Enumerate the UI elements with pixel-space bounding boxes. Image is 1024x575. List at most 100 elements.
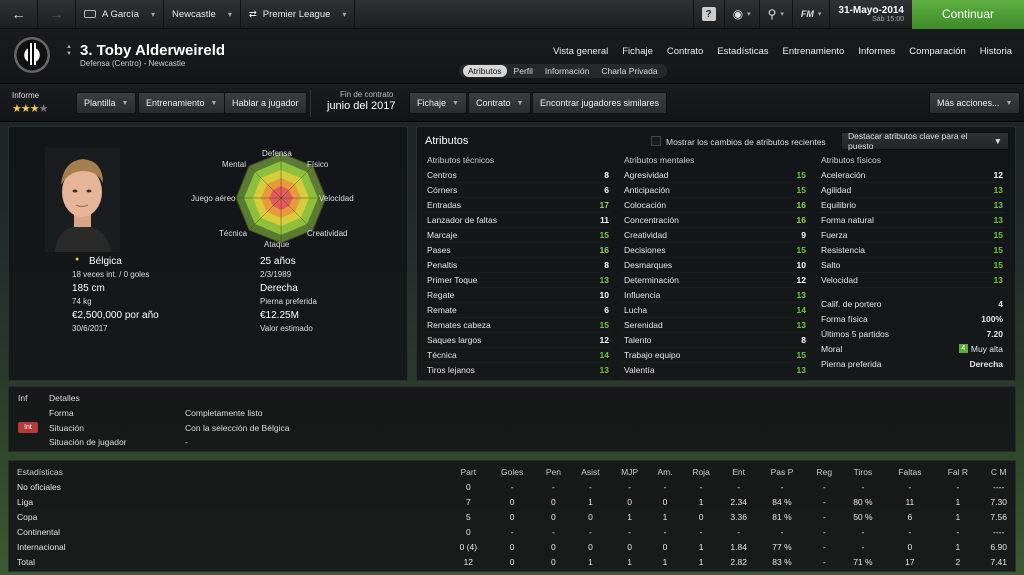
tab-contrato[interactable]: Contrato: [667, 46, 703, 57]
game-date[interactable]: 31-Mayo-2014 Sáb 15:00: [829, 0, 912, 29]
help-button[interactable]: ?: [692, 0, 724, 29]
tab-informes[interactable]: Informes: [858, 46, 895, 57]
nation[interactable]: Bélgica: [89, 256, 122, 267]
stats-column-header[interactable]: Reg: [807, 464, 841, 479]
entrenamiento-button[interactable]: Entrenamiento ▼: [138, 92, 226, 114]
star-rating[interactable]: ★★★★: [12, 102, 48, 115]
stats-row[interactable]: Liga 7 0 0 1 0 0 1 2.34 84 % -80 % 11 1 7.30: [9, 494, 1017, 509]
stats-row[interactable]: Total 12 0 0 1 1 1 1 2.82 83 % - 71 % 17 2 7.41: [9, 554, 1017, 569]
tab-entrenamiento[interactable]: Entrenamiento: [783, 46, 845, 57]
attribute-row[interactable]: Lucha 14: [622, 303, 808, 318]
attribute-row[interactable]: Creatividad 9: [622, 228, 808, 243]
attribute-row[interactable]: Tiros lejanos 13: [425, 363, 611, 378]
tab-estadisticas[interactable]: Estadísticas: [717, 46, 768, 57]
globe-button[interactable]: ◉ ▾: [723, 0, 759, 29]
tab-fichaje[interactable]: Fichaje: [622, 46, 653, 57]
fichaje-button[interactable]: Fichaje ▼: [409, 92, 467, 114]
attribute-row[interactable]: Colocación 16: [622, 198, 808, 213]
stats-column-header[interactable]: Pas P: [757, 464, 807, 479]
stats-column-header[interactable]: Goles: [488, 464, 537, 479]
attribute-row[interactable]: Saques largos 12: [425, 333, 611, 348]
attribute-row[interactable]: Salto 15: [819, 258, 1005, 273]
stats-row[interactable]: No oficiales 0- - - - - - - - - - - - ----: [9, 479, 1017, 494]
subtab-charla-privada[interactable]: Charla Privada: [596, 65, 662, 77]
attribute-row[interactable]: Centros 8: [425, 168, 611, 183]
stats-column-header[interactable]: Faltas: [884, 464, 935, 479]
attribute-row[interactable]: Córners 6: [425, 183, 611, 198]
subtab-informacion[interactable]: Información: [540, 65, 594, 77]
hablar-button[interactable]: Hablar a jugador: [224, 92, 307, 114]
tab-detalles[interactable]: Detalles: [49, 393, 80, 403]
highlight-key-attributes-dropdown[interactable]: Destacar atributos clave para el puesto ▼: [841, 131, 1009, 151]
attribute-row[interactable]: Entradas 17: [425, 198, 611, 213]
breadcrumb-manager[interactable]: A García ▾: [76, 0, 164, 29]
attribute-row[interactable]: Resistencia 15: [819, 243, 1005, 258]
attribute-row[interactable]: Lanzador de faltas 11: [425, 213, 611, 228]
stats-column-header[interactable]: Part: [449, 464, 488, 479]
attribute-row[interactable]: Velocidad 13: [819, 273, 1005, 288]
attribute-row[interactable]: Determinación 12: [622, 273, 808, 288]
attribute-row[interactable]: Aceleración 12: [819, 168, 1005, 183]
subtab-perfil[interactable]: Perfil: [509, 65, 538, 77]
attribute-row[interactable]: Marcaje 15: [425, 228, 611, 243]
attribute-row[interactable]: Remate 6: [425, 303, 611, 318]
attribute-row[interactable]: Anticipación 15: [622, 183, 808, 198]
attribute-row[interactable]: Agilidad 13: [819, 183, 1005, 198]
continue-button[interactable]: Continuar: [912, 0, 1024, 29]
stats-column-header[interactable]: Tiros: [842, 464, 885, 479]
preferred-foot-label: Pierna preferida: [260, 297, 317, 306]
attribute-row[interactable]: Influencia 13: [622, 288, 808, 303]
attribute-value: 13: [796, 365, 806, 375]
attribute-row[interactable]: Valentía 13: [622, 363, 808, 378]
attribute-row[interactable]: Decisiones 15: [622, 243, 808, 258]
attribute-row[interactable]: Pases 16: [425, 243, 611, 258]
attribute-row[interactable]: Agresividad 15: [622, 168, 808, 183]
stats-column-header[interactable]: Roja: [682, 464, 721, 479]
attribute-row[interactable]: Fuerza 15: [819, 228, 1005, 243]
stats-row[interactable]: Continental 0- - - - - - - - - - - - ----: [9, 524, 1017, 539]
subtab-atributos[interactable]: Atributos: [463, 65, 507, 77]
tab-historia[interactable]: Historia: [980, 46, 1012, 57]
tab-vista-general[interactable]: Vista general: [553, 46, 608, 57]
breadcrumb-club[interactable]: Newcastle ▾: [164, 0, 241, 29]
attribute-row[interactable]: Penaltis 8: [425, 258, 611, 273]
forward-arrow-icon[interactable]: →: [38, 0, 76, 29]
stats-column-header[interactable]: Am.: [648, 464, 681, 479]
attribute-row[interactable]: Serenidad 13: [622, 318, 808, 333]
show-changes-checkbox[interactable]: [651, 136, 661, 146]
attribute-row[interactable]: Concentración 16: [622, 213, 808, 228]
tab-comparacion[interactable]: Comparación: [909, 46, 966, 57]
plantilla-button[interactable]: Plantilla ▼: [76, 92, 137, 114]
attribute-row[interactable]: Regate 10: [425, 288, 611, 303]
attribute-row[interactable]: Técnica 14: [425, 348, 611, 363]
stats-column-header[interactable]: Fal R: [935, 464, 980, 479]
attribute-row[interactable]: Remates cabeza 15: [425, 318, 611, 333]
find-similar-button[interactable]: Encontrar jugadores similares: [532, 92, 668, 114]
stats-column-header[interactable]: C M: [980, 464, 1017, 479]
stats-row[interactable]: Internacional 0 (4) 0 0 0 0 0 1 1.84 77 % - - 0 1 6.90: [9, 539, 1017, 554]
attribute-row[interactable]: Talento 8: [622, 333, 808, 348]
attribute-row[interactable]: Desmarques 10: [622, 258, 808, 273]
attribute-row[interactable]: Equilibrio 13: [819, 198, 1005, 213]
stats-column-header[interactable]: Pen: [537, 464, 570, 479]
breadcrumb-competition[interactable]: ⇄ Premier League ▾: [241, 0, 356, 29]
back-arrow-icon[interactable]: ←: [0, 0, 38, 29]
search-button[interactable]: ⚲ ▾: [758, 0, 792, 29]
stats-column-header[interactable]: Ent: [720, 464, 757, 479]
attribute-value: 15: [993, 260, 1003, 270]
attribute-row[interactable]: Forma natural 13: [819, 213, 1005, 228]
fm-menu-button[interactable]: FM ▾: [791, 0, 830, 29]
tab-inf[interactable]: Inf: [18, 393, 27, 403]
stats-cell: -: [822, 526, 826, 537]
attribute-row[interactable]: Trabajo equipo 15: [622, 348, 808, 363]
player-nav-arrows[interactable]: ▲ ▼: [66, 44, 72, 58]
stats-column-header[interactable]: MJP: [611, 464, 649, 479]
attribute-name: Equilibrio: [821, 200, 856, 210]
contrato-button[interactable]: Contrato ▼: [468, 92, 532, 114]
stats-cell: 0: [662, 496, 668, 507]
more-actions-button[interactable]: Más acciones... ▼: [929, 92, 1021, 114]
attribute-row[interactable]: Primer Toque 13: [425, 273, 611, 288]
stats-column-header[interactable]: Asist: [570, 464, 611, 479]
stats-column-header[interactable]: Estadísticas: [9, 464, 449, 479]
stats-row[interactable]: Copa 5 0 0 0 1 1 0 3.36 81 % - 50 % 6 1 7.56: [9, 509, 1017, 524]
